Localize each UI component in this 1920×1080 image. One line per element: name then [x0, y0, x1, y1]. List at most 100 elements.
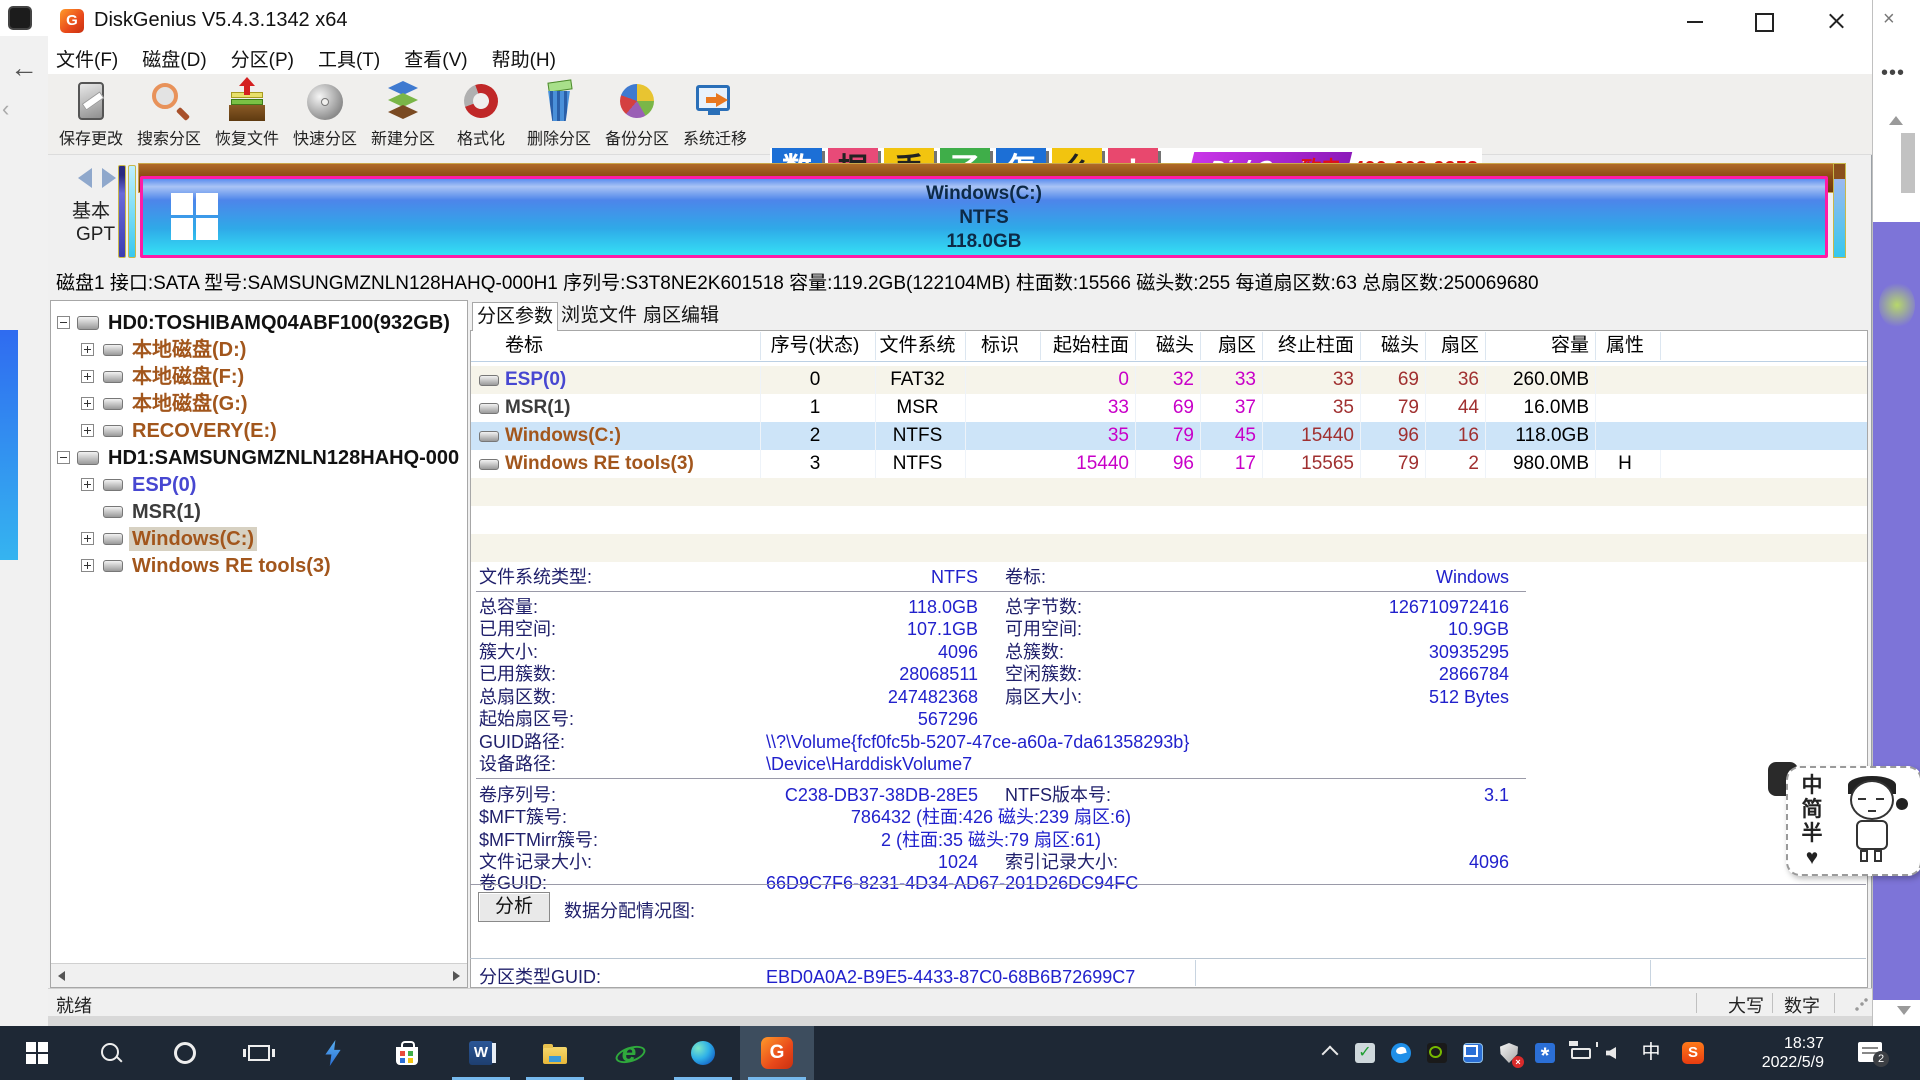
tree-item-local-d[interactable]: 本地磁盘(D:)	[51, 336, 467, 363]
system-migrate-button[interactable]: 系统迁移	[676, 77, 754, 151]
minimize-button[interactable]	[1678, 6, 1712, 36]
divider	[470, 884, 1866, 885]
col-header-flag[interactable]: 标识	[966, 332, 1041, 360]
tree-horizontal-scrollbar[interactable]	[51, 963, 467, 987]
tree-item-local-f[interactable]: 本地磁盘(F:)	[51, 363, 467, 390]
backup-partition-button[interactable]: 备份分区	[598, 77, 676, 151]
col-header-start-sector[interactable]: 扇区	[1201, 332, 1263, 360]
col-header-end-cyl[interactable]: 终止柱面	[1263, 332, 1361, 360]
tree-item-esp[interactable]: ESP(0)	[51, 471, 467, 498]
notification-center-icon[interactable]: 2	[1858, 1042, 1882, 1062]
tray-ime-indicator[interactable]: 中	[1638, 1040, 1664, 1066]
tray-bird-app-icon[interactable]	[1388, 1040, 1414, 1066]
close-button[interactable]	[1819, 6, 1853, 36]
re-tools-partition-bar[interactable]	[1833, 163, 1846, 258]
col-header-start-cyl[interactable]: 起始柱面	[1041, 332, 1136, 360]
partition-row-windows-re[interactable]: Windows RE tools(3) 3 NTFS 15440 96 17 1…	[471, 450, 1867, 478]
taskbar-store[interactable]	[370, 1026, 444, 1080]
back-arrow-icon[interactable]: ←	[10, 52, 38, 84]
col-header-end-head[interactable]: 磁头	[1361, 332, 1426, 360]
col-header-index[interactable]: 序号(状态)	[761, 332, 876, 360]
col-header-filesystem[interactable]: 文件系统	[876, 332, 966, 360]
expand-icon[interactable]	[81, 343, 94, 356]
more-menu-icon[interactable]: •••	[1881, 62, 1905, 85]
collapse-icon[interactable]	[57, 451, 70, 464]
search-partition-button[interactable]: 搜索分区	[130, 77, 208, 151]
tray-sync-app-icon[interactable]: ✓	[1352, 1040, 1378, 1066]
tab-sector-edit[interactable]: 扇区编辑	[640, 302, 722, 331]
tray-power-icon[interactable]	[1568, 1040, 1594, 1066]
menu-file[interactable]: 文件(F)	[56, 45, 118, 72]
menu-partition[interactable]: 分区(P)	[231, 45, 294, 72]
col-header-attr[interactable]: 属性	[1596, 332, 1661, 360]
tree-item-msr[interactable]: MSR(1)	[51, 498, 467, 525]
quick-partition-button[interactable]: 快速分区	[286, 77, 364, 151]
menu-view[interactable]: 查看(V)	[404, 45, 467, 72]
tree-item-local-g[interactable]: 本地磁盘(G:)	[51, 390, 467, 417]
scroll-left-icon[interactable]	[51, 964, 73, 987]
detail-row: GUID路径:\\?\Volume{fcf0fc5b-5207-47ce-a60…	[471, 731, 1861, 754]
taskbar-search-button[interactable]	[74, 1026, 148, 1080]
col-header-volume[interactable]: 卷标	[471, 332, 761, 360]
sogou-ime-widget[interactable]: 中简 半♥	[1786, 766, 1920, 876]
windows-c-partition-bar[interactable]: Windows(C:) NTFS 118.0GB	[140, 176, 1828, 258]
expand-icon[interactable]	[81, 424, 94, 437]
menu-disk[interactable]: 磁盘(D)	[142, 45, 206, 72]
new-partition-button[interactable]: 新建分区	[364, 77, 442, 151]
expand-icon[interactable]	[81, 370, 94, 383]
delete-partition-button[interactable]: 删除分区	[520, 77, 598, 151]
format-button[interactable]: 格式化	[442, 77, 520, 151]
tree-item-recovery-e[interactable]: RECOVERY(E:)	[51, 417, 467, 444]
scroll-down-icon[interactable]	[1897, 1006, 1911, 1015]
tree-item-hd1[interactable]: HD1:SAMSUNGMZNLN128HAHQ-000	[51, 444, 467, 471]
tray-sogou-icon[interactable]: S	[1680, 1040, 1706, 1066]
tray-nvidia-icon[interactable]	[1424, 1040, 1450, 1066]
tray-intel-graphics-icon[interactable]	[1460, 1040, 1486, 1066]
close-icon[interactable]: ×	[1883, 8, 1895, 31]
next-disk-icon[interactable]	[102, 168, 116, 188]
taskbar-internet-explorer[interactable]: e	[592, 1026, 666, 1080]
recover-files-button[interactable]: 恢复文件	[208, 77, 286, 151]
taskbar-app-bolt[interactable]	[296, 1026, 370, 1080]
tray-defender-icon[interactable]: ×	[1496, 1040, 1522, 1066]
scroll-up-icon[interactable]	[1889, 116, 1903, 125]
scroll-right-icon[interactable]	[445, 964, 467, 987]
col-header-capacity[interactable]: 容量	[1486, 332, 1596, 360]
collapse-icon[interactable]	[57, 316, 70, 329]
taskbar-diskgenius-active[interactable]: G	[740, 1026, 814, 1080]
tray-snowflake-app-icon[interactable]: *	[1532, 1040, 1558, 1066]
menu-tools[interactable]: 工具(T)	[318, 45, 380, 72]
partition-row-msr[interactable]: MSR(1) 1 MSR 33 69 37 35 79 44 16.0MB	[471, 394, 1867, 422]
taskbar-file-explorer[interactable]	[518, 1026, 592, 1080]
save-changes-button[interactable]: 保存更改	[52, 77, 130, 151]
expand-icon[interactable]	[81, 559, 94, 572]
tree-item-windows-re[interactable]: Windows RE tools(3)	[51, 552, 467, 579]
partition-row-windows-c-selected[interactable]: Windows(C:) 2 NTFS 35 79 45 15440 96 16 …	[471, 422, 1867, 450]
tray-chevron-up-icon[interactable]	[1316, 1040, 1342, 1066]
tree-item-hd0[interactable]: HD0:TOSHIBAMQ04ABF100(932GB)	[51, 309, 467, 336]
menu-help[interactable]: 帮助(H)	[492, 45, 556, 72]
col-header-start-head[interactable]: 磁头	[1136, 332, 1201, 360]
expand-icon[interactable]	[81, 478, 94, 491]
task-view-button[interactable]	[222, 1026, 296, 1080]
start-button[interactable]	[0, 1026, 74, 1080]
tree-item-windows-c[interactable]: Windows(C:)	[51, 525, 467, 552]
taskbar-cortana-button[interactable]	[148, 1026, 222, 1080]
prev-disk-icon[interactable]	[78, 168, 92, 188]
tab-browse-files[interactable]: 浏览文件	[558, 302, 640, 331]
scrollbar-thumb[interactable]	[1901, 133, 1915, 193]
tray-volume-icon[interactable]	[1602, 1040, 1628, 1066]
tab-partition-params[interactable]: 分区参数	[472, 302, 558, 331]
analyze-button[interactable]: 分析	[478, 892, 550, 922]
resize-grip[interactable]	[1854, 998, 1868, 1012]
maximize-button[interactable]	[1746, 6, 1780, 36]
col-header-end-sector[interactable]: 扇区	[1426, 332, 1486, 360]
partition-row-esp[interactable]: ESP(0) 0 FAT32 0 32 33 33 69 36 260.0MB	[471, 366, 1867, 394]
taskbar-word[interactable]: W	[444, 1026, 518, 1080]
expand-icon[interactable]	[81, 397, 94, 410]
esp-partition-bar[interactable]	[118, 165, 126, 258]
msr-partition-bar[interactable]	[128, 165, 136, 258]
taskbar-edge[interactable]	[666, 1026, 740, 1080]
expand-icon[interactable]	[81, 532, 94, 545]
taskbar-clock[interactable]: 18:37 2022/5/9	[1728, 1034, 1824, 1072]
